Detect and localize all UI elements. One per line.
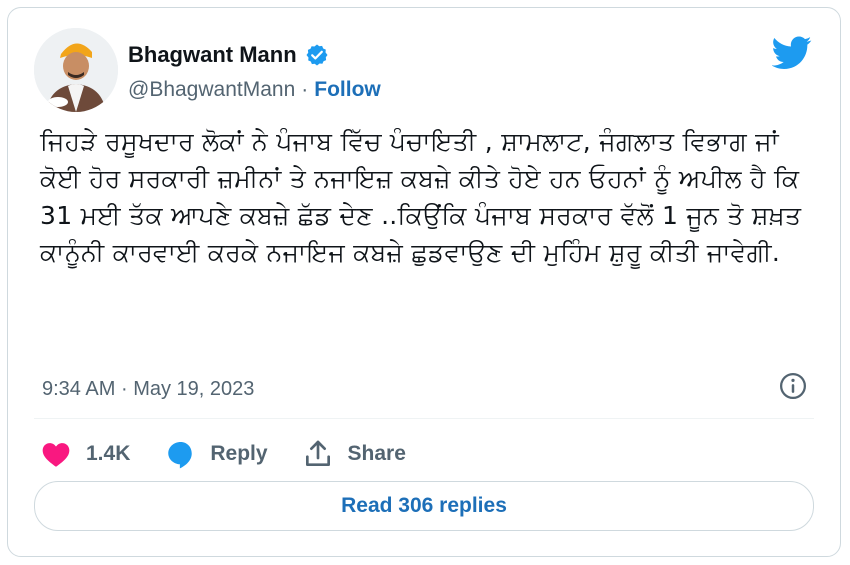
reply-label: Reply [210, 442, 268, 465]
author-handle-row: @BhagwantMann · Follow [128, 78, 381, 102]
read-replies-button[interactable]: Read 306 replies [34, 481, 814, 531]
reply-button[interactable]: Reply [164, 438, 268, 470]
tweet-timestamp[interactable]: 9:34 AM · May 19, 2023 [42, 378, 254, 401]
like-button[interactable]: 1.4K [40, 438, 130, 470]
read-replies-label: Read 306 replies [341, 494, 507, 517]
author-name-row: Bhagwant Mann [128, 42, 329, 68]
tweet-time: 9:34 AM [42, 378, 116, 400]
verified-badge-icon [306, 44, 328, 66]
divider [34, 418, 814, 419]
share-button[interactable]: Share [302, 438, 406, 470]
like-count: 1.4K [86, 442, 131, 465]
follow-button[interactable]: Follow [314, 78, 381, 102]
info-icon[interactable] [778, 371, 808, 401]
twitter-bird-icon[interactable] [772, 36, 812, 70]
share-label: Share [347, 442, 406, 465]
heart-icon [42, 443, 70, 467]
timestamp-separator: · [120, 378, 128, 400]
avatar[interactable] [34, 28, 118, 112]
handle-separator: · [301, 78, 309, 101]
tweet-date: May 19, 2023 [133, 378, 255, 400]
share-icon [305, 440, 330, 466]
tweet-card: Bhagwant Mann @BhagwantMann · Follow ਜਿਹ… [7, 7, 841, 557]
author-name[interactable]: Bhagwant Mann [128, 42, 297, 68]
action-bar: 1.4K Reply Share [40, 438, 440, 470]
reply-bubble-icon [168, 442, 193, 469]
author-handle[interactable]: @BhagwantMann [128, 78, 295, 102]
avatar-image [34, 28, 118, 112]
tweet-text: ਜਿਹੜੇ ਰਸੂਖਦਾਰ ਲੋਕਾਂ ਨੇ ਪੰਜਾਬ ਵਿੱਚ ਪੰਚਾਇਤ… [40, 127, 802, 267]
